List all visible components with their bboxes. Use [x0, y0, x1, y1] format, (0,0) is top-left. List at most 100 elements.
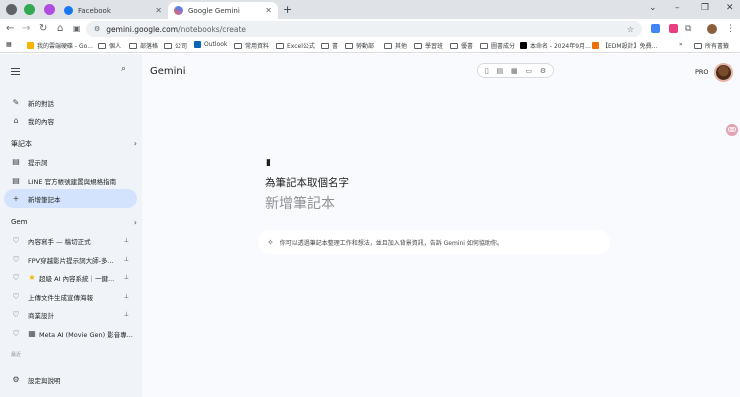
bookmark-folder[interactable]: 優書 — [450, 41, 473, 50]
tab-search-icon[interactable] — [6, 4, 17, 15]
sparkle-icon: ✧ — [267, 237, 274, 247]
document-icon[interactable]: ▯ — [485, 67, 489, 75]
site-info-icon[interactable]: ⚙ — [94, 25, 100, 33]
notebook-name-prompt: 為筆記本取個名字 — [265, 177, 349, 189]
notebook-hint-chip[interactable]: ✧ 你可以透過筆記本整理工作和想法，並且加入背景資訊，告訴 Gemini 如何協… — [258, 230, 610, 254]
side-extension-icon[interactable]: ↂ — [726, 124, 738, 136]
extension-icon[interactable] — [669, 24, 678, 33]
extensions-puzzle-icon[interactable]: ⧉ — [685, 22, 691, 36]
drive-icon — [27, 42, 34, 49]
forward-button[interactable]: → — [22, 22, 30, 36]
gem-item[interactable]: ♡ ★ 超級 AI 內容系統｜一鍵... ⊥ — [4, 268, 137, 287]
home-button[interactable]: ⌂ — [57, 22, 63, 36]
address-bar[interactable]: ⚙ gemini.google.com /notebooks/create ☆ — [86, 21, 642, 37]
bookmark-folder[interactable]: 勞動部 — [345, 41, 374, 50]
tab-google-gemini[interactable]: Google Gemini ✕ — [168, 2, 278, 19]
bookmark-label: 本命名 - 2024年9月... — [530, 43, 591, 50]
folder-icon — [276, 42, 284, 49]
chat-bubble-icon[interactable]: ▭ — [525, 67, 532, 75]
bookmark-outlook[interactable]: Outlook — [194, 41, 227, 48]
chevron-right-icon[interactable]: › — [134, 218, 137, 227]
pinned-tab-icon[interactable] — [44, 4, 55, 15]
bookmark-edm[interactable]: 【EDM設計】免費... — [592, 41, 657, 50]
app-title[interactable]: Gemini — [150, 66, 186, 77]
gem-label: 內容寫手 — 稿切正式 — [28, 237, 91, 246]
tab-title: Facebook — [78, 6, 111, 15]
notebooks-section-header[interactable]: 筆記本 › — [11, 139, 137, 149]
close-icon[interactable]: ✕ — [265, 6, 272, 15]
notebook-item[interactable]: ▤ 提示詞 — [4, 152, 137, 171]
bookmark-label: 學習班 — [425, 43, 444, 50]
bookmark-folder[interactable]: 書 — [321, 41, 338, 50]
pinned-tab-chatgpt-icon[interactable] — [24, 4, 35, 15]
bookmark-folder[interactable]: 部落格 — [129, 41, 158, 50]
bookmark-folder[interactable]: 圖書成分 — [480, 41, 515, 50]
bookmark-drive[interactable]: 我的雲端硬碟 - Go... — [27, 41, 93, 50]
pin-icon[interactable]: ⊥ — [124, 237, 129, 244]
new-tab-button[interactable]: + — [283, 3, 292, 16]
menu-icon[interactable] — [11, 68, 20, 77]
apps-grid-icon[interactable]: ▦ — [6, 41, 12, 48]
browser-toolbar: ← → ↻ ⌂ ▣ ⚙ gemini.google.com /notebooks… — [0, 19, 740, 39]
gems-section-header[interactable]: Gem › — [11, 218, 137, 227]
pin-icon[interactable]: ⊥ — [124, 311, 129, 318]
folder-icon — [480, 42, 488, 49]
new-chat-button[interactable]: ✎ 新的對話 — [4, 93, 137, 112]
bookmark-label: 所有書籤 — [705, 43, 730, 50]
bookmarks-bar: ▦ 我的雲端硬碟 - Go... 個人 部落格 公司 Outlook 常用資料 … — [0, 39, 740, 53]
gem-item[interactable]: ♡ FPV穿越影片提示詞大師-多... ⊥ — [4, 250, 137, 269]
search-icon[interactable]: ⌕ — [121, 64, 126, 74]
gem-item[interactable]: ♡ 商業設計 ⊥ — [4, 305, 137, 324]
folder-icon — [450, 42, 458, 49]
new-notebook-button[interactable]: + 新增筆記本 — [4, 189, 137, 208]
screen-icon[interactable]: ▣ — [73, 22, 81, 36]
my-content-button[interactable]: ⌂ 我的內容 — [4, 111, 137, 130]
reload-button[interactable]: ↻ — [39, 22, 47, 36]
bookmark-star-icon[interactable]: ☆ — [627, 25, 634, 34]
more-bookmarks-icon[interactable]: » — [679, 41, 683, 48]
bookmark-folder[interactable]: 其他 — [384, 41, 407, 50]
tab-search-button[interactable]: ⌄ — [649, 3, 657, 13]
browser-menu-icon[interactable]: ⋮ — [726, 22, 735, 36]
close-icon[interactable]: ✕ — [155, 6, 162, 15]
bookmark-notion[interactable]: 本命名 - 2024年9月... — [520, 41, 591, 50]
clapperboard-emoji-icon: ▦ — [28, 329, 36, 338]
gem-item[interactable]: ♡ ▦ Meta AI (Movie Gen) 影音專... — [4, 324, 137, 343]
notebook-name-input[interactable]: 新增筆記本 — [265, 193, 335, 213]
notion-icon — [520, 42, 527, 49]
chevron-right-icon[interactable]: › — [134, 139, 137, 149]
folder-icon — [98, 42, 106, 49]
file-icon[interactable]: ▦ — [511, 67, 518, 75]
notebook-item[interactable]: ▤ LINE 官方帳號建置與規格指南 — [4, 171, 137, 190]
pin-icon[interactable]: ⊥ — [124, 256, 129, 263]
settings-help-label: 設定與說明 — [28, 376, 61, 385]
tab-facebook[interactable]: Facebook ✕ — [58, 2, 168, 19]
maximize-button[interactable]: ❐ — [701, 3, 709, 13]
bookmark-folder[interactable]: Excel公式 — [276, 41, 315, 50]
bookmark-label: 我的雲端硬碟 - Go... — [37, 43, 93, 50]
bookmark-all[interactable]: 所有書籤 — [694, 41, 729, 50]
bookmark-folder[interactable]: 常用資料 — [234, 41, 269, 50]
gem-item[interactable]: ♡ 上傳文件生成宣傳海報 ⊥ — [4, 287, 137, 306]
user-avatar[interactable] — [714, 63, 733, 82]
close-window-button[interactable]: ✕ — [726, 3, 734, 13]
translate-extension-icon[interactable] — [651, 24, 660, 33]
gemini-icon — [174, 6, 183, 15]
edm-icon — [592, 42, 599, 49]
main-area: Gemini ▯ ▤ ▦ ▭ ⚙ PRO ↂ ▮ 為筆記本取個名字 新增筆記本 … — [142, 54, 740, 397]
gear-icon[interactable]: ⚙ — [540, 67, 546, 75]
settings-help-button[interactable]: ⚙ 設定與說明 — [4, 370, 137, 389]
pin-icon[interactable]: ⊥ — [124, 274, 129, 281]
minimize-button[interactable]: – — [675, 3, 680, 13]
profile-avatar[interactable] — [707, 24, 717, 34]
notes-icon[interactable]: ▤ — [497, 67, 504, 75]
back-button[interactable]: ← — [6, 22, 14, 36]
bookmark-folder[interactable]: 公司 — [164, 41, 187, 50]
folder-icon — [129, 42, 137, 49]
bookmark-folder[interactable]: 個人 — [98, 41, 121, 50]
gem-label: Meta AI (Movie Gen) 影音專... — [39, 330, 133, 339]
bookmark-label: 書 — [332, 43, 339, 50]
pin-icon[interactable]: ⊥ — [124, 293, 129, 300]
bookmark-folder[interactable]: 學習班 — [414, 41, 443, 50]
gem-item[interactable]: ♡ 內容寫手 — 稿切正式 ⊥ — [4, 231, 137, 250]
